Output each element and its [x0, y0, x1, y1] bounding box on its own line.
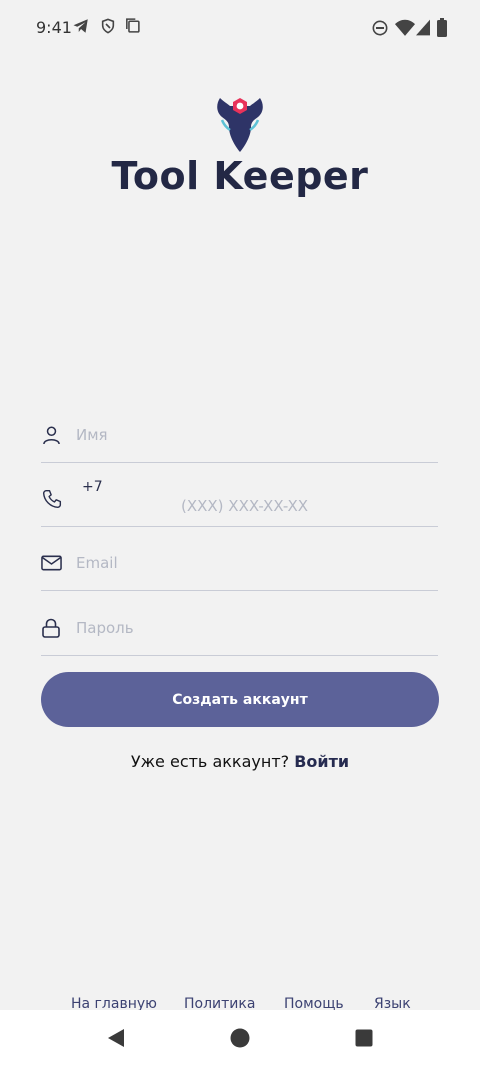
wifi-icon [395, 19, 415, 36]
password-field[interactable]: Пароль [41, 607, 438, 656]
status-time: 9:41 [36, 18, 72, 37]
password-placeholder: Пароль [76, 619, 134, 637]
login-prompt: Уже есть аккаунт? Войти [0, 752, 480, 771]
back-triangle-icon[interactable] [106, 1028, 126, 1048]
app-title: Tool Keeper [111, 154, 369, 198]
name-placeholder: Имя [76, 426, 108, 444]
battery-icon [437, 18, 447, 37]
navigation-bar [0, 1010, 480, 1066]
vpn-shield-icon [101, 18, 115, 34]
email-placeholder: Email [76, 554, 118, 572]
phone-field[interactable]: +7 (XXX) XXX-XX-XX [41, 478, 438, 527]
country-code[interactable]: +7 [82, 479, 103, 495]
name-field[interactable]: Имя [41, 414, 438, 463]
signal-icon [416, 19, 430, 36]
copy-icon [126, 18, 140, 33]
do-not-disturb-icon [372, 20, 388, 36]
tool-keeper-logo [217, 98, 263, 152]
phone-placeholder: (XXX) XXX-XX-XX [181, 497, 309, 515]
create-account-button[interactable]: Создать аккаунт [41, 672, 439, 727]
login-prompt-text: Уже есть аккаунт? [130, 752, 290, 771]
phone-icon [42, 489, 62, 509]
login-link[interactable]: Войти [294, 752, 349, 771]
telegram-icon [73, 19, 88, 33]
lock-icon [42, 618, 60, 638]
email-field[interactable]: Email [41, 542, 438, 591]
home-circle-icon[interactable] [230, 1028, 250, 1048]
person-icon [43, 426, 60, 445]
status-bar: 9:41 [0, 0, 480, 56]
mail-icon [41, 555, 62, 571]
recents-square-icon[interactable] [355, 1029, 373, 1047]
